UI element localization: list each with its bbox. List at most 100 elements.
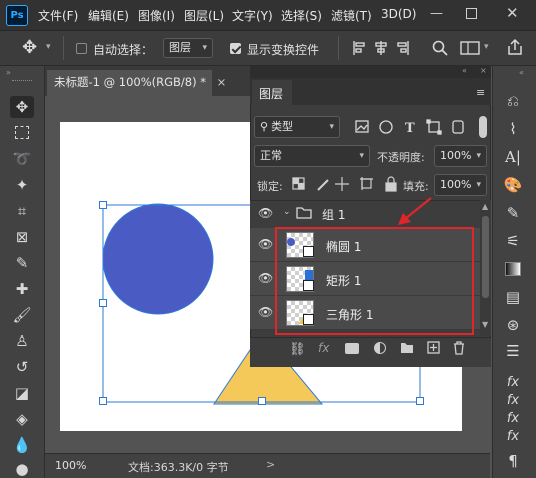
highlight-box (275, 227, 474, 335)
gradients-panel-icon[interactable] (505, 262, 521, 276)
menu-image[interactable]: 图像(I) (138, 7, 175, 24)
frame-tool-icon[interactable]: ⊠ (10, 226, 34, 248)
menu-select[interactable]: 选择(S) (281, 7, 322, 24)
search-icon: ⚲ (260, 120, 269, 133)
workspace-icon[interactable] (460, 41, 480, 55)
panel-header-strip (250, 66, 491, 78)
history-brush-tool-icon[interactable]: ↺ (10, 356, 34, 378)
filter-toggle[interactable] (479, 116, 487, 138)
brush-tool-icon[interactable]: 🖌 (10, 304, 34, 326)
collapse-panel-icon[interactable]: « (462, 66, 467, 75)
fill-label: 填充: (403, 180, 429, 193)
show-transform-label: 显示变换控件 (247, 43, 320, 57)
move-tool-icon[interactable]: ✥ (22, 37, 37, 58)
search-icon[interactable] (432, 40, 448, 56)
eye-icon[interactable]: 👁 (258, 206, 273, 220)
blur-tool-icon[interactable]: 💧 (10, 434, 34, 456)
minimize-icon[interactable]: — (430, 6, 443, 21)
menu-layer[interactable]: 图层(L) (184, 7, 224, 24)
eye-icon[interactable]: 👁 (258, 305, 273, 319)
clone-stamp-tool-icon[interactable]: ♙ (10, 330, 34, 352)
crop-tool-icon[interactable]: ⌗ (10, 200, 34, 222)
zoom-level[interactable]: 100% (55, 459, 86, 472)
filter-icons: T (355, 119, 464, 135)
color-panel-icon[interactable]: 🎨 (502, 174, 524, 196)
blend-mode-dropdown[interactable]: 正常 ▾ (254, 145, 370, 167)
auto-select-target-dropdown[interactable]: 图层 ▾ (163, 38, 213, 58)
menu-3d[interactable]: 3D(D) (381, 7, 416, 21)
delete-layer-icon[interactable] (453, 341, 465, 355)
document-info: 文档:363.3K/0 字节 (128, 461, 229, 474)
close-tab-icon[interactable]: × (217, 75, 227, 89)
scroll-up-icon[interactable]: ▲ (482, 202, 488, 211)
svg-text:T: T (405, 121, 415, 135)
opacity-label: 不透明度: (377, 151, 425, 164)
fill-value: 100% (440, 178, 472, 191)
menu-type[interactable]: 文字(Y) (232, 7, 273, 24)
chevron-down-icon: ▾ (476, 180, 481, 190)
chevron-down-icon[interactable]: ▾ (484, 42, 489, 52)
auto-select-checkbox[interactable] (76, 43, 87, 54)
eyedropper-tool-icon[interactable]: ✎ (10, 252, 34, 274)
close-panel-icon[interactable]: × (480, 66, 487, 75)
panel-menu-icon[interactable]: ≡ (476, 86, 485, 99)
eye-icon[interactable]: 👁 (258, 271, 273, 285)
maximize-icon[interactable] (466, 8, 477, 19)
link-layers-icon[interactable]: ⛓ (289, 342, 306, 357)
magic-wand-tool-icon[interactable]: ✦ (10, 174, 34, 196)
group-name: 组 1 (322, 208, 346, 222)
libraries-panel-icon[interactable]: ☰ (502, 340, 524, 362)
paragraph-panel-icon[interactable]: ¶ (502, 450, 524, 472)
add-mask-icon[interactable] (345, 343, 359, 354)
channels-panel-icon[interactable]: ⊛ (502, 314, 524, 336)
chevron-down-icon: ▾ (359, 151, 364, 161)
grip-icon[interactable] (12, 80, 32, 82)
annotation-arrow-icon (398, 197, 432, 225)
chevron-down-icon: ▾ (476, 151, 481, 161)
chevron-down-icon[interactable]: ⌄ (283, 207, 291, 217)
adjustment-layer-icon[interactable] (374, 342, 386, 354)
filter-kind-dropdown[interactable]: ⚲ 类型 ▾ (254, 116, 340, 138)
lasso-tool-icon[interactable]: ➰ (10, 148, 34, 170)
align-icons (353, 41, 409, 55)
collapse-icon[interactable]: » (6, 68, 11, 77)
chevron-down-icon[interactable]: ▾ (46, 42, 51, 52)
divider (63, 36, 64, 60)
menu-file[interactable]: 文件(F) (38, 7, 78, 24)
fx-icon[interactable]: fx (502, 426, 524, 448)
paint-bucket-tool-icon[interactable]: ◈ (10, 408, 34, 430)
tab-layers-label: 图层 (259, 87, 284, 101)
status-menu-arrow[interactable]: > (266, 458, 275, 471)
adjustments-panel-icon[interactable]: ⚟ (502, 230, 524, 252)
healing-brush-tool-icon[interactable]: ✚ (10, 278, 34, 300)
eye-icon[interactable]: 👁 (258, 237, 273, 251)
brushes-panel-icon[interactable]: ✎ (502, 202, 524, 224)
share-icon[interactable] (506, 38, 524, 56)
close-icon[interactable]: ✕ (506, 4, 519, 22)
auto-select-target-value: 图层 (169, 41, 191, 54)
properties-panel-icon[interactable]: ▤ (502, 286, 524, 308)
lock-label: 锁定: (257, 180, 283, 193)
menu-filter[interactable]: 滤镜(T) (331, 7, 372, 24)
new-group-icon[interactable] (400, 342, 414, 354)
dodge-tool-icon[interactable]: ● (10, 458, 34, 478)
show-transform-checkbox[interactable] (230, 43, 241, 54)
character-panel-icon[interactable]: A| (502, 146, 524, 168)
move-tool-icon[interactable]: ✥ (10, 96, 34, 118)
folder-icon (296, 207, 312, 219)
fill-input[interactable]: 100% ▾ (434, 174, 487, 196)
scroll-down-icon[interactable]: ▼ (482, 320, 488, 329)
menu-edit[interactable]: 编辑(E) (88, 7, 129, 24)
document-title: 未标题-1 @ 100%(RGB/8) * (54, 75, 207, 89)
eraser-tool-icon[interactable]: ◪ (10, 382, 34, 404)
paths-panel-icon[interactable]: ⌇ (502, 118, 524, 140)
scrollbar-thumb[interactable] (482, 216, 489, 298)
document-tab[interactable]: 未标题-1 @ 100%(RGB/8) * × (47, 70, 226, 96)
marquee-tool-icon[interactable] (10, 122, 34, 144)
history-panel-icon[interactable]: ⎌ (502, 90, 524, 112)
opacity-input[interactable]: 100% ▾ (434, 145, 487, 167)
collapse-dock-icon[interactable]: « (519, 68, 524, 77)
fx-icon[interactable]: fx (318, 341, 329, 355)
new-layer-icon[interactable] (427, 341, 440, 354)
photoshop-logo: Ps (6, 5, 28, 26)
